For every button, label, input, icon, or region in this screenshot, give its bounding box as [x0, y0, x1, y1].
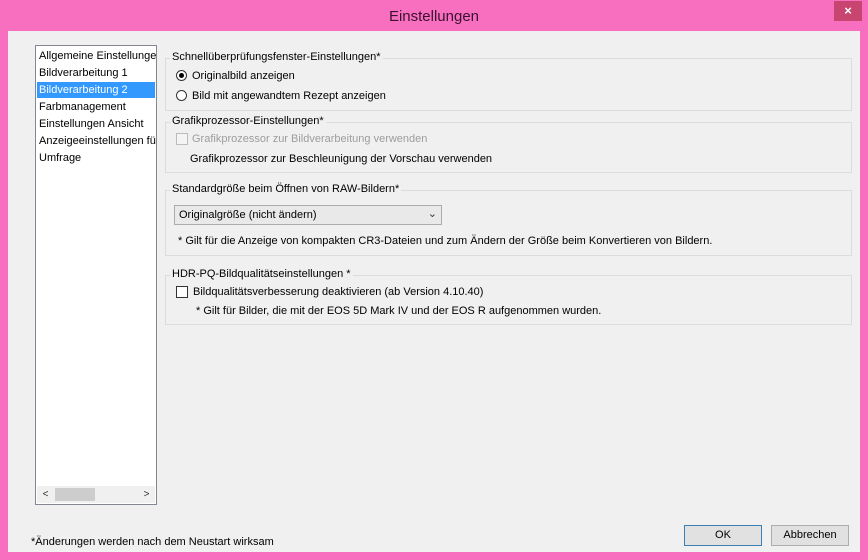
settings-dialog: Einstellungen × Allgemeine Einstellungen… — [0, 0, 868, 560]
raw-size-dropdown[interactable]: Originalgröße (nicht ändern) ⌄ — [174, 205, 442, 225]
dialog-content: Allgemeine Einstellungen Bildverarbeitun… — [8, 31, 860, 552]
horizontal-scrollbar[interactable]: < > — [37, 486, 155, 503]
quickcheck-group-title: Schnellüberprüfungsfenster-Einstellungen… — [170, 51, 383, 63]
raw-size-group-title: Standardgröße beim Öffnen von RAW-Bilder… — [170, 183, 402, 195]
ok-button[interactable]: OK — [684, 525, 762, 546]
gpu-group: Grafikprozessor-Einstellungen* Grafikpro… — [165, 115, 852, 173]
scroll-thumb[interactable] — [55, 488, 95, 501]
hdr-pq-group-title: HDR-PQ-Bildqualitätseinstellungen * — [170, 268, 353, 280]
raw-size-note: * Gilt für die Anzeige von kompakten CR3… — [178, 235, 713, 247]
scroll-right-icon[interactable]: > — [138, 486, 155, 503]
sidebar-item-color-management[interactable]: Farbmanagement — [37, 99, 156, 115]
hdr-quality-label[interactable]: Bildqualitätsverbesserung deaktivieren (… — [193, 285, 483, 299]
radio-original-image[interactable] — [176, 70, 187, 81]
cancel-button[interactable]: Abbrechen — [771, 525, 849, 546]
quickcheck-group: Schnellüberprüfungsfenster-Einstellungen… — [165, 51, 852, 111]
radio-recipe-image-label[interactable]: Bild mit angewandtem Rezept anzeigen — [192, 89, 386, 103]
gpu-preview-info: Grafikprozessor zur Beschleunigung der V… — [190, 153, 493, 165]
chevron-down-icon: ⌄ — [427, 208, 437, 220]
window-title: Einstellungen — [388, 8, 480, 25]
gpu-group-title: Grafikprozessor-Einstellungen* — [170, 115, 326, 127]
hdr-quality-note: * Gilt für Bilder, die mit der EOS 5D Ma… — [196, 305, 602, 317]
sidebar-item-survey[interactable]: Umfrage — [37, 150, 156, 166]
radio-original-image-label[interactable]: Originalbild anzeigen — [192, 69, 295, 83]
raw-size-group: Standardgröße beim Öffnen von RAW-Bilder… — [165, 183, 852, 256]
sidebar-item-image-processing-1[interactable]: Bildverarbeitung 1 — [37, 65, 156, 81]
sidebar-item-general[interactable]: Allgemeine Einstellungen — [37, 48, 156, 64]
sidebar-item-view-settings[interactable]: Einstellungen Ansicht — [37, 116, 156, 132]
gpu-processing-label: Grafikprozessor zur Bildverarbeitung ver… — [192, 133, 428, 145]
radio-recipe-image[interactable] — [176, 90, 187, 101]
hdr-quality-checkbox[interactable] — [176, 286, 188, 298]
gpu-processing-checkbox — [176, 133, 188, 145]
category-list[interactable]: Allgemeine Einstellungen Bildverarbeitun… — [35, 45, 157, 505]
raw-size-dropdown-value: Originalgröße (nicht ändern) — [179, 209, 317, 221]
sidebar-item-image-processing-2[interactable]: Bildverarbeitung 2 — [37, 82, 155, 98]
hdr-pq-group: HDR-PQ-Bildqualitätseinstellungen * Bild… — [165, 268, 852, 325]
scroll-left-icon[interactable]: < — [37, 486, 54, 503]
restart-note: *Änderungen werden nach dem Neustart wir… — [31, 536, 274, 548]
close-button[interactable]: × — [834, 1, 862, 21]
title-bar[interactable]: Einstellungen × — [0, 0, 868, 31]
sidebar-item-display-settings[interactable]: Anzeigeeinstellungen für — [37, 133, 156, 149]
